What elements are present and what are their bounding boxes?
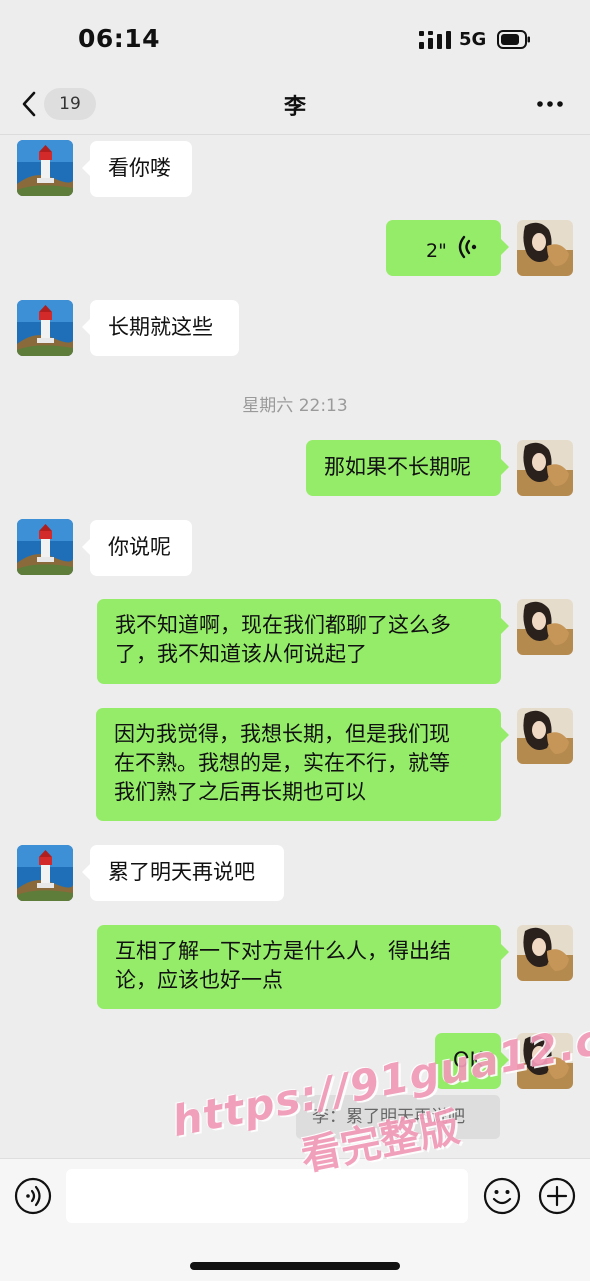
status-time: 06:14 [78, 24, 161, 53]
message-bubble-incoming[interactable]: 累了明天再说吧 [82, 845, 284, 901]
battery-icon [497, 30, 530, 49]
message-bubble-outgoing[interactable]: 那如果不长期呢 [306, 440, 509, 496]
message-text: 长期就这些 [108, 315, 213, 339]
my-avatar[interactable] [517, 599, 573, 655]
voice-duration: 2" [426, 240, 447, 262]
contact-avatar[interactable] [17, 519, 73, 575]
contact-avatar[interactable] [17, 140, 73, 196]
message-line: 了，我不知道该从何说起了 [115, 642, 367, 666]
message-line: 在不熟。我想的是，实在不行，就等 [114, 751, 450, 775]
message-bubble-outgoing[interactable]: 因为我觉得，我想长期，但是我们现 在不熟。我想的是，实在不行，就等 我们熟了之后… [96, 708, 509, 821]
message-line: 互相了解一下对方是什么人，得出结 [115, 939, 451, 963]
my-avatar[interactable] [517, 220, 573, 276]
message-bubble-outgoing[interactable]: 我不知道啊，现在我们都聊了这么多 了，我不知道该从何说起了 [97, 599, 509, 684]
voice-message-bubble[interactable]: 2" [386, 220, 509, 276]
message-text: 累了明天再说吧 [108, 860, 255, 884]
my-avatar[interactable] [517, 440, 573, 496]
message-bubble-incoming[interactable]: 长期就这些 [82, 300, 239, 356]
more-icon[interactable] [532, 94, 568, 114]
message-bubble-incoming[interactable]: 看你喽 [82, 141, 192, 197]
message-text: 那如果不长期呢 [324, 455, 471, 479]
message-text: 看你喽 [108, 156, 171, 180]
message-timestamp: 星期六 22:13 [242, 396, 348, 416]
contact-avatar[interactable] [17, 300, 73, 356]
emoji-icon[interactable] [483, 1177, 521, 1215]
chat-header: 19 李 [0, 76, 590, 135]
voice-input-icon[interactable] [14, 1177, 52, 1215]
back-chevron-icon [22, 91, 36, 117]
network-type: 5G [459, 29, 487, 50]
chat-title: 李 [283, 95, 306, 120]
status-bar: 06:14 5G [0, 0, 590, 76]
my-avatar[interactable] [517, 925, 573, 981]
unread-badge: 19 [44, 88, 96, 120]
message-line: 我不知道啊，现在我们都聊了这么多 [115, 613, 451, 637]
contact-avatar[interactable] [17, 845, 73, 901]
signal-icon [419, 31, 451, 49]
message-bubble-outgoing[interactable]: 互相了解一下对方是什么人，得出结 论，应该也好一点 [97, 925, 509, 1009]
voice-wave-icon [458, 235, 477, 259]
message-bubble-incoming[interactable]: 你说呢 [82, 520, 192, 576]
plus-icon[interactable] [538, 1177, 576, 1215]
message-line: 因为我觉得，我想长期，但是我们现 [114, 722, 450, 746]
message-text: 你说呢 [108, 535, 171, 559]
my-avatar[interactable] [517, 708, 573, 764]
message-line: 我们熟了之后再长期也可以 [114, 780, 366, 804]
message-line: 论，应该也好一点 [115, 968, 283, 992]
back-button[interactable]: 19 [14, 86, 96, 122]
home-indicator[interactable] [190, 1262, 400, 1270]
